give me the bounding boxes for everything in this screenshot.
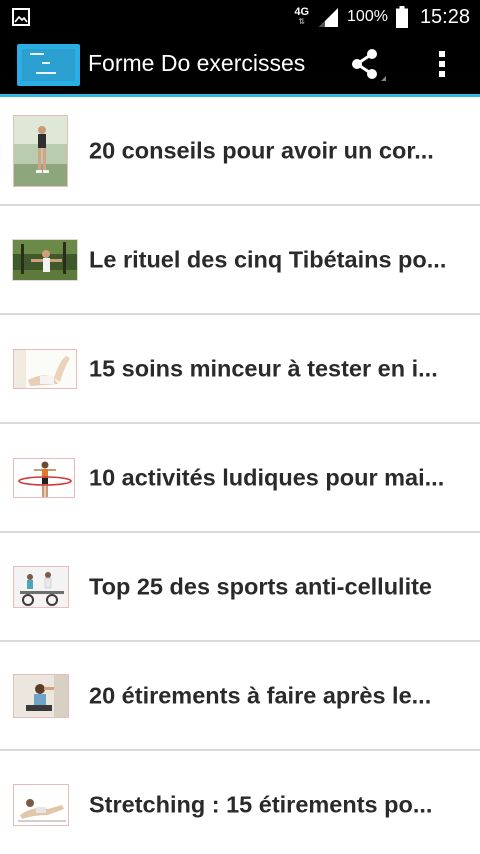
- list-item[interactable]: 10 activités ludiques pour mai...: [0, 424, 480, 533]
- article-list: 20 conseils pour avoir un cor... Le ritu…: [0, 97, 480, 854]
- signal-icon: [319, 8, 339, 27]
- spinning-class-thumbnail: [13, 565, 69, 608]
- stretching-pose-thumbnail: [13, 783, 69, 826]
- list-item[interactable]: 20 conseils pour avoir un cor...: [0, 97, 480, 206]
- article-title: Top 25 des sports anti-cellulite: [89, 573, 432, 599]
- list-item[interactable]: Top 25 des sports anti-cellulite: [0, 533, 480, 642]
- gallery-notification-icon: [12, 8, 30, 26]
- list-item[interactable]: 15 soins minceur à tester en i...: [0, 315, 480, 424]
- share-button[interactable]: [346, 46, 390, 82]
- list-item[interactable]: Stretching : 15 étirements po...: [0, 751, 480, 854]
- list-item[interactable]: Le rituel des cinq Tibétains po...: [0, 206, 480, 315]
- share-icon: [352, 49, 386, 81]
- stretching-woman-thumbnail: [13, 673, 69, 718]
- network-activity-icon: ⇅: [298, 17, 306, 26]
- article-title: Le rituel des cinq Tibétains po...: [89, 246, 447, 272]
- battery-icon: [395, 6, 408, 28]
- legs-thumbnail: [13, 348, 77, 389]
- app-bar: Forme Do exercisses: [0, 34, 480, 94]
- list-item[interactable]: 20 étirements à faire après le...: [0, 642, 480, 751]
- app-title: Forme Do exercisses: [88, 50, 306, 76]
- yoga-outdoor-thumbnail: [12, 238, 78, 281]
- network-type: 4G ⇅: [294, 6, 310, 27]
- runner-thumbnail: [13, 114, 68, 187]
- article-title: 15 soins minceur à tester en i...: [89, 355, 438, 381]
- status-bar: 4G ⇅ 100% 15:28: [0, 0, 480, 34]
- article-title: Stretching : 15 étirements po...: [89, 791, 433, 817]
- overflow-menu-icon: [439, 51, 445, 77]
- overflow-menu-button[interactable]: [428, 46, 456, 82]
- article-title: 20 conseils pour avoir un cor...: [89, 137, 434, 163]
- clock: 15:28: [419, 5, 470, 28]
- article-title: 20 étirements à faire après le...: [89, 682, 432, 708]
- app-logo-icon[interactable]: [17, 44, 80, 86]
- battery-percent: 100%: [347, 8, 388, 25]
- hula-hoop-thumbnail: [13, 457, 75, 498]
- article-title: 10 activités ludiques pour mai...: [89, 464, 445, 490]
